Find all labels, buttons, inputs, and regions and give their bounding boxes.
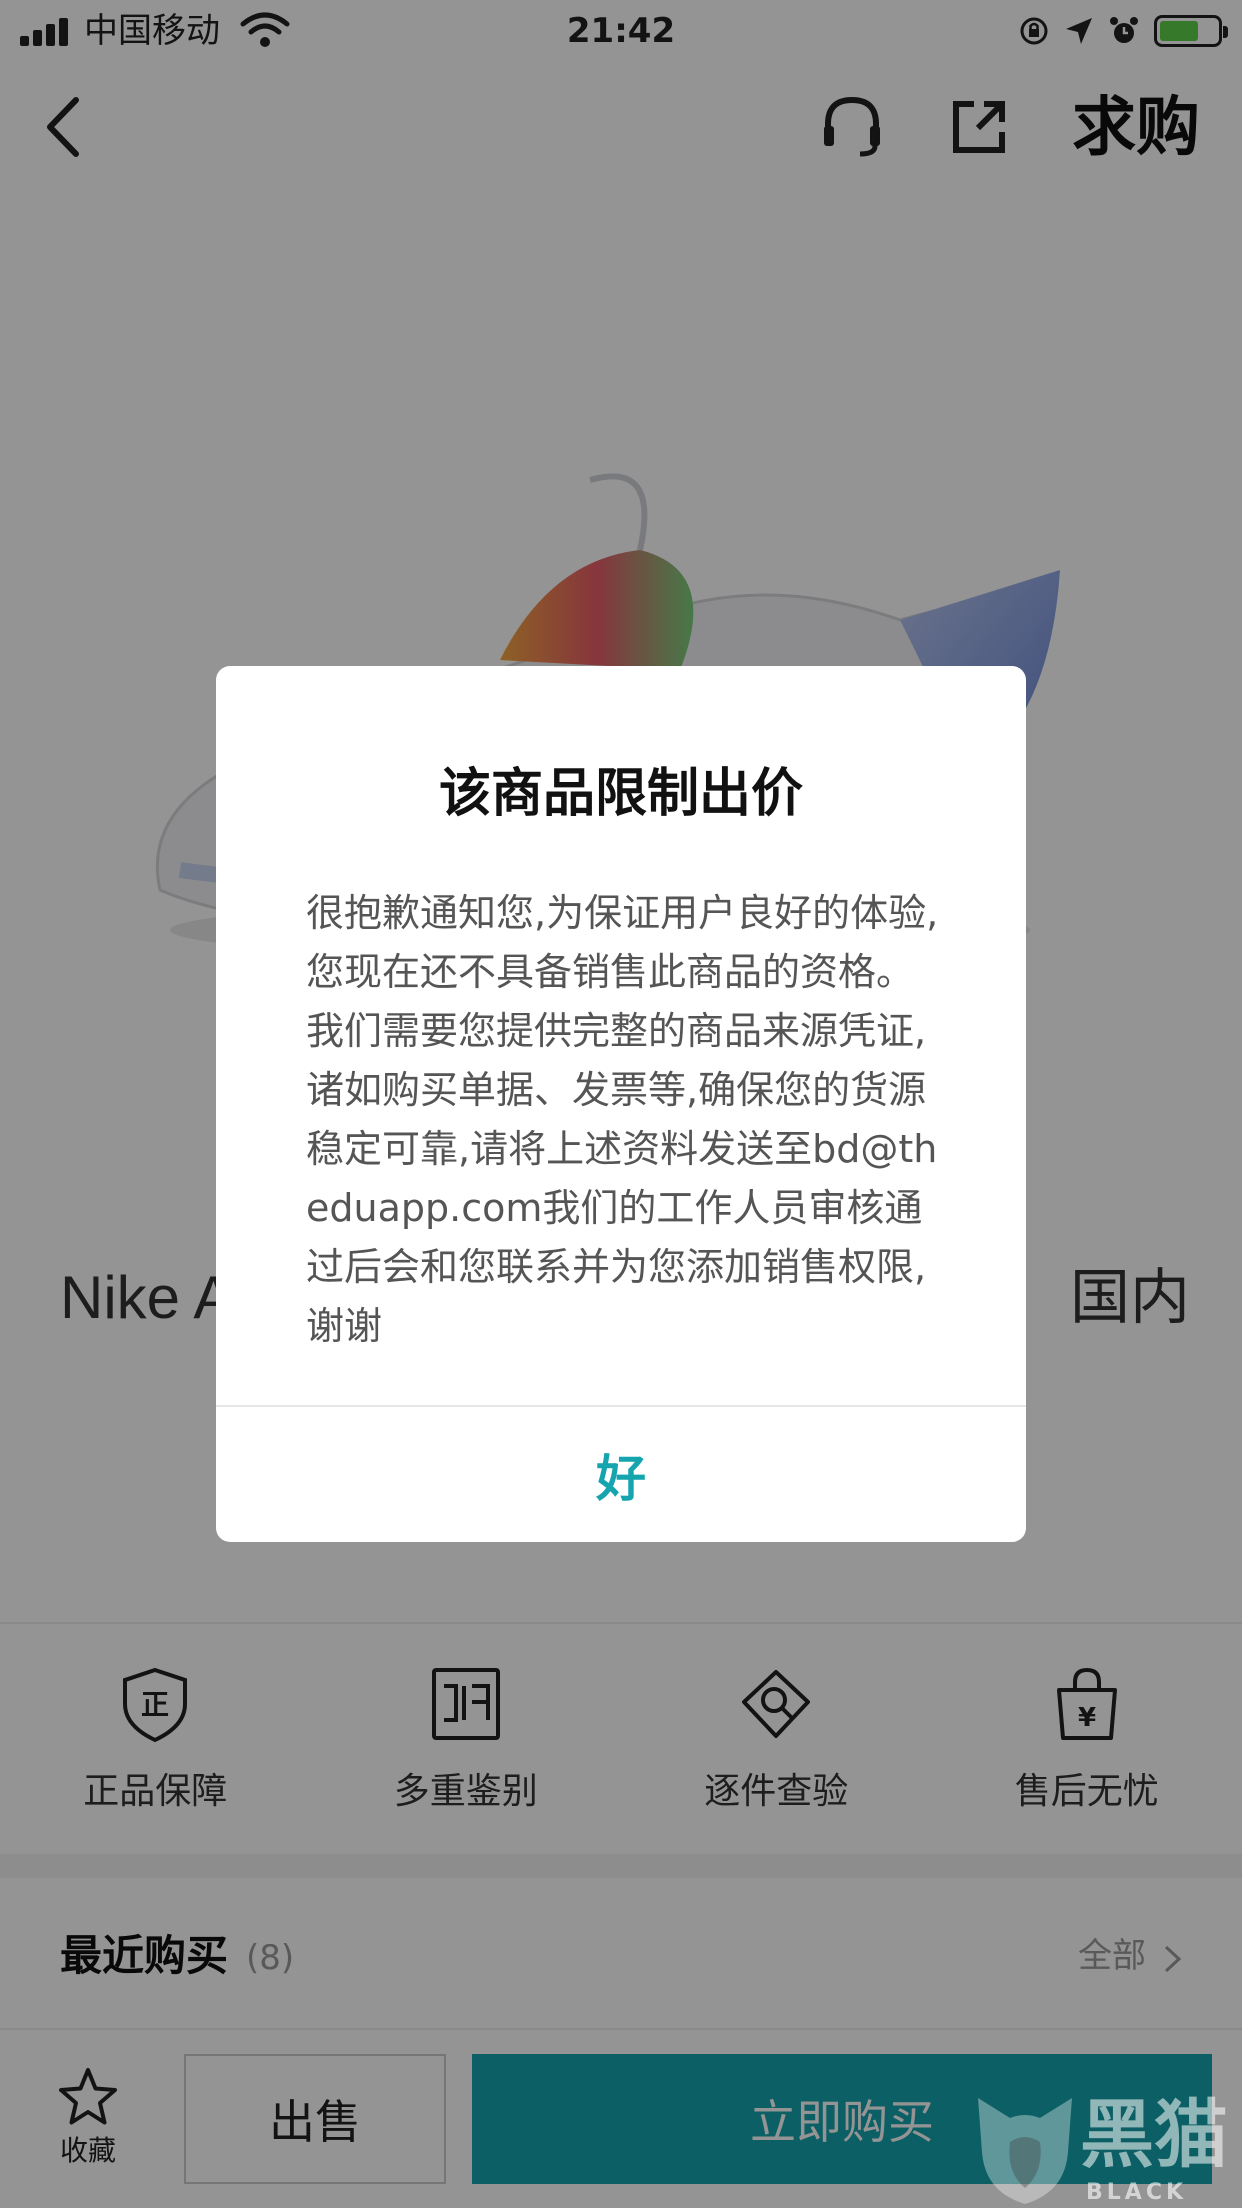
restriction-dialog: 该商品限制出价 很抱歉通知您,为保证用户良好的体验,您现在还不具备销售此商品的资… (216, 666, 1026, 1542)
dialog-message: 很抱歉通知您,为保证用户良好的体验,您现在还不具备销售此商品的资格。我们需要您提… (306, 891, 939, 1342)
dialog-ok-button[interactable]: 好 (216, 1407, 1026, 1542)
watermark-text-en: BLACK CAT (1086, 2180, 1188, 2208)
watermark-logo: 黑猫 BLACK CAT (970, 2092, 1242, 2208)
black-cat-logo-icon (978, 2098, 1072, 2204)
watermark-text-cn: 黑猫 (1080, 2092, 1228, 2178)
dialog-title: 该商品限制出价 (438, 764, 803, 824)
